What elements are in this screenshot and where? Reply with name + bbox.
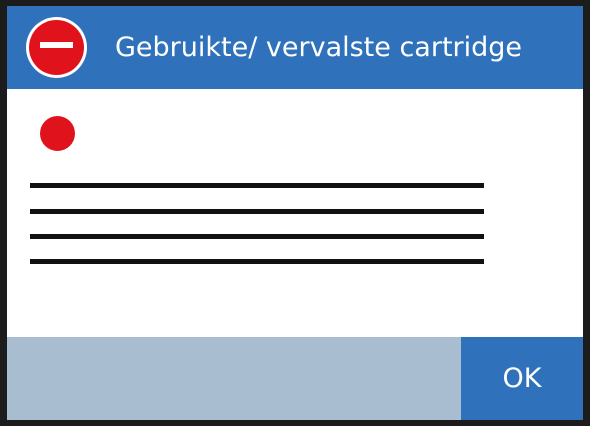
red-dot-icon <box>40 116 75 151</box>
dialog-footer: OK <box>7 337 583 420</box>
message-text-line <box>30 183 484 188</box>
dialog-title: Gebruikte/ vervalste cartridge <box>115 32 523 63</box>
dialog-header: Gebruikte/ vervalste cartridge <box>7 6 583 89</box>
message-text-line <box>30 209 484 214</box>
cartridge-error-dialog: Gebruikte/ vervalste cartridge OK <box>7 6 583 420</box>
message-text-line <box>30 259 484 264</box>
stop-icon <box>26 17 87 78</box>
stop-icon-bar <box>40 42 73 48</box>
ok-button[interactable]: OK <box>461 337 583 420</box>
message-text-line <box>30 234 484 239</box>
